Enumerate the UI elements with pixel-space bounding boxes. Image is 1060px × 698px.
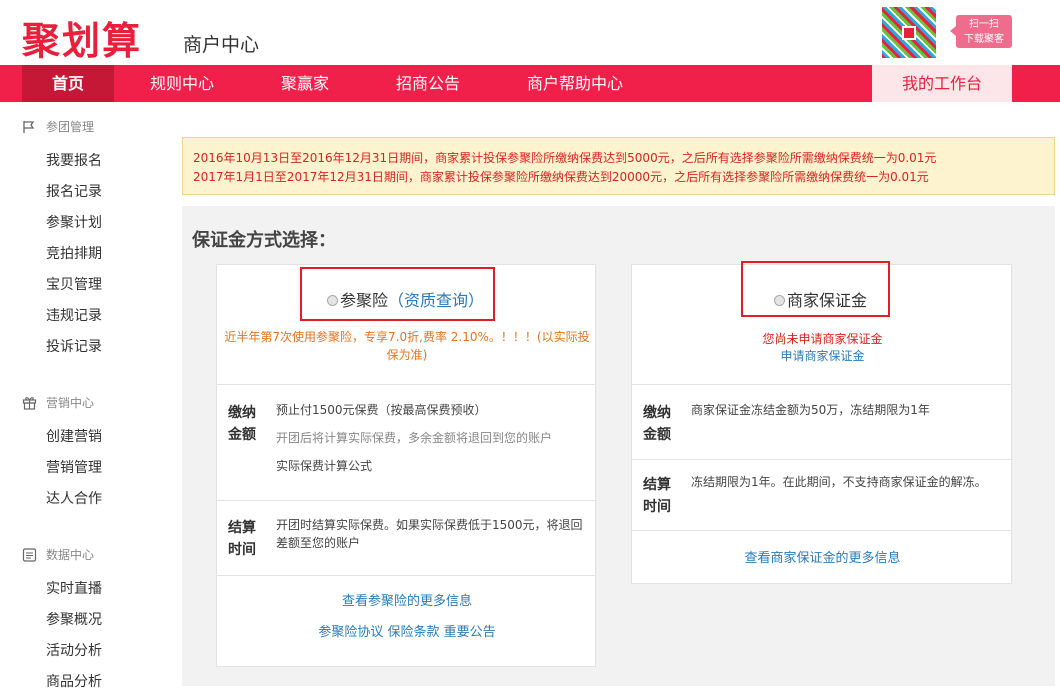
sidebar-item-violation-records[interactable]: 违规记录 [0,301,172,332]
sidebar-group-title: 参团管理 [0,117,172,137]
sidebar-group-marketing: 营销中心 创建营销 营销管理 达人合作 [0,393,172,515]
nav-merchant-help[interactable]: 商户帮助中心 [510,65,640,102]
sidebar-item-auction-schedule[interactable]: 竞拍排期 [0,239,172,270]
sidebar-group-title: 数据中心 [0,545,172,565]
insurance-promo: 近半年第7次使用参聚险，专享7.0折,费率 2.10%。！！！(以实际投保为准) [224,330,590,362]
nav-home[interactable]: 首页 [22,65,114,102]
sidebar-item-create-marketing[interactable]: 创建营销 [0,422,172,453]
settle-time-label: 结算 时间 [643,477,671,515]
premium-formula-link[interactable]: 实际保费计算公式 [276,456,372,476]
insurance-pay-line1: 预止付1500元保费（按最高保费预收） [276,403,487,417]
insurance-pay-line2: 开团后将计算实际保费，多余金额将退回到您的账户 [276,431,553,445]
insurance-card-head: 参聚险（资质查询） 近半年第7次使用参聚险，专享7.0折,费率 2.10%。！！… [217,265,595,385]
deposit-method-panel: 保证金方式选择： 参聚险（资质查询） 近半年第7次使用参聚险，专享7.0折,费率… [182,206,1055,686]
sidebar-item-activity-analysis[interactable]: 活动分析 [0,636,172,667]
sidebar-group-tuan: 参团管理 我要报名 报名记录 参聚计划 竞拍排期 宝贝管理 违规记录 投诉记录 [0,117,172,363]
deposit-pay-text: 商家保证金冻结金额为50万，冻结期限为1年 [691,403,930,417]
sidebar-item-influencer-cooperation[interactable]: 达人合作 [0,484,172,515]
header: 聚划算 商户中心 扫一扫 下载聚客 [0,0,1060,65]
pay-amount-label: 缴纳 金额 [228,405,256,443]
main-content: 2016年10月13日至2016年12月31日期间，商家累计投保参聚险所缴纳保费… [172,102,1060,686]
insurance-option-label: 参聚险 [340,291,389,310]
deposit-links: 查看商家保证金的更多信息 [632,531,1011,583]
sidebar-item-product-management[interactable]: 宝贝管理 [0,270,172,301]
panel-title: 保证金方式选择： [192,230,336,251]
settle-time-label: 结算 时间 [228,520,256,558]
insurance-links: 查看参聚险的更多信息 参聚险协议 保险条款 重要公告 [217,576,595,666]
deposit-settle-row: 结算 时间 冻结期限为1年。在此期间，不支持商家保证金的解冻。 [632,460,1011,531]
deposit-more-info-link[interactable]: 查看商家保证金的更多信息 [632,547,1013,566]
sidebar-item-ju-plan[interactable]: 参聚计划 [0,208,172,239]
apply-deposit-link[interactable]: 申请商家保证金 [632,347,1013,364]
deposit-not-applied: 您尚未申请商家保证金 [762,332,883,346]
sidebar-item-signup[interactable]: 我要报名 [0,146,172,177]
insurance-pay-row: 缴纳 金额 预止付1500元保费（按最高保费预收） 开团后将计算实际保费，多余金额… [217,385,595,501]
sidebar-item-live-stream[interactable]: 实时直播 [0,574,172,605]
scan-tip-line2: 下载聚客 [964,34,1004,45]
scan-download-tip: 扫一扫 下载聚客 [950,15,1012,48]
notice-line-1: 2016年10月13日至2016年12月31日期间，商家累计投保参聚险所缴纳保费… [193,151,937,165]
qr-code-icon [880,5,938,60]
insurance-radio[interactable] [327,295,338,306]
deposit-option[interactable]: 商家保证金 [774,287,867,311]
sidebar-item-marketing-management[interactable]: 营销管理 [0,453,172,484]
scan-tip-line1: 扫一扫 [969,19,999,30]
insurance-card: 参聚险（资质查询） 近半年第7次使用参聚险，专享7.0折,费率 2.10%。！！… [216,264,596,667]
deposit-settle-text: 冻结期限为1年。在此期间，不支持商家保证金的解冻。 [691,475,987,489]
nav-my-workbench[interactable]: 我的工作台 [872,65,1012,102]
document-icon [22,548,37,562]
sidebar-group-title: 营销中心 [0,393,172,413]
deposit-card-head: 商家保证金 您尚未申请商家保证金 申请商家保证金 [632,261,1013,385]
insurance-more-info-link[interactable]: 查看参聚险的更多信息 [217,590,597,609]
insurance-agreement-link[interactable]: 参聚险协议 [318,625,383,640]
main-nav: 首页 规则中心 聚赢家 招商公告 商户帮助中心 我的工作台 [0,65,1060,102]
sidebar-item-complaint-records[interactable]: 投诉记录 [0,332,172,363]
qualification-query-link[interactable]: 资质查询 [404,291,468,310]
flag-icon [22,120,37,134]
merchant-center-title: 商户中心 [183,34,260,56]
sidebar-item-signup-records[interactable]: 报名记录 [0,177,172,208]
deposit-radio[interactable] [774,295,785,306]
deposit-card: 商家保证金 您尚未申请商家保证金 申请商家保证金 缴纳 金额 商家保证金冻结金额为… [631,261,1013,584]
important-announcement-link[interactable]: 重要公告 [444,625,496,640]
insurance-settle-line2: 差额至您的账户 [276,536,361,550]
notice-line-2: 2017年1月1日至2017年12月31日期间，商家累计投保参聚险所缴纳保费达到… [193,170,929,184]
nav-rules-center[interactable]: 规则中心 [134,65,230,102]
nav-merchant-announcements[interactable]: 招商公告 [380,65,476,102]
sidebar-item-ju-overview[interactable]: 参聚概况 [0,605,172,636]
insurance-settle-line1: 开团时结算实际保费。如果实际保费低于1500元，将退回 [276,518,583,532]
sidebar-item-product-analysis[interactable]: 商品分析 [0,667,172,698]
insurance-settle-row: 结算 时间 开团时结算实际保费。如果实际保费低于1500元，将退回 差额至您的账户 [217,501,595,576]
gift-icon [22,396,37,410]
deposit-option-label: 商家保证金 [787,291,868,310]
insurance-notice: 2016年10月13日至2016年12月31日期间，商家累计投保参聚险所缴纳保费… [182,137,1055,195]
sidebar: 参团管理 我要报名 报名记录 参聚计划 竞拍排期 宝贝管理 违规记录 投诉记录 … [0,102,172,690]
pay-amount-label: 缴纳 金额 [643,405,671,443]
juhuasuan-logo[interactable]: 聚划算 [22,10,142,65]
nav-ju-winner[interactable]: 聚赢家 [263,65,347,102]
insurance-option[interactable]: 参聚险（资质查询） [327,287,484,311]
deposit-pay-row: 缴纳 金额 商家保证金冻结金额为50万，冻结期限为1年 [632,385,1011,460]
insurance-terms-link[interactable]: 保险条款 [387,625,439,640]
sidebar-group-data: 数据中心 实时直播 参聚概况 活动分析 商品分析 [0,545,172,698]
